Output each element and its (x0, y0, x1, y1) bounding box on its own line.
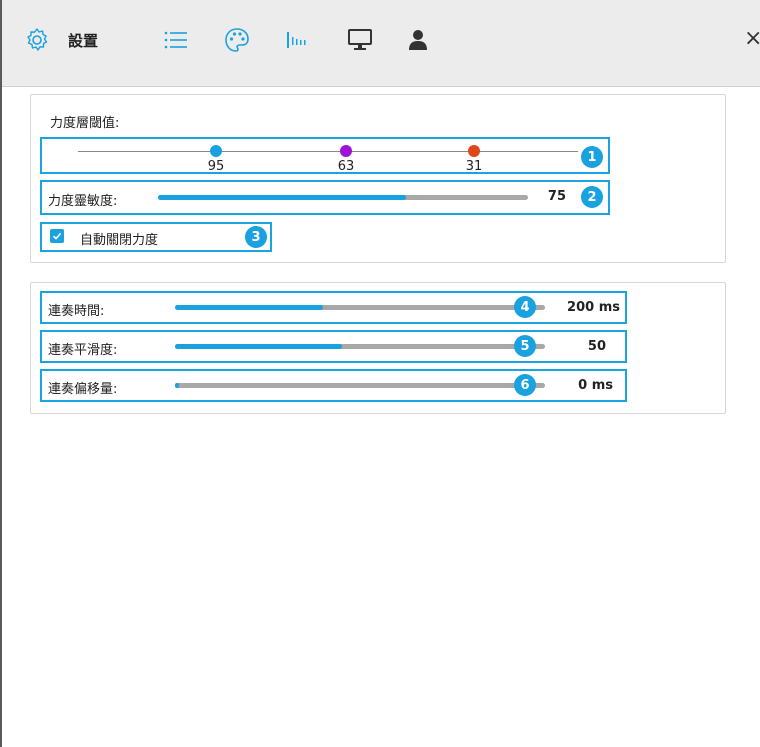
strum-smooth-slider[interactable] (175, 344, 545, 349)
sensitivity-fill (158, 195, 406, 200)
auto-close-checkbox[interactable] (50, 229, 64, 243)
threshold-value-95: 95 (207, 159, 225, 174)
strum-smooth-value: 50 (587, 339, 606, 354)
badge-4: 4 (514, 296, 536, 318)
monitor-icon[interactable] (345, 22, 375, 58)
gear-icon[interactable] (22, 22, 52, 58)
threshold-handle-63[interactable] (340, 145, 352, 157)
user-icon[interactable] (405, 22, 431, 58)
sensitivity-slider[interactable] (158, 195, 528, 200)
threshold-value-63: 63 (337, 159, 355, 174)
badge-1: 1 (581, 146, 603, 168)
threshold-track[interactable] (78, 151, 578, 152)
strum-offset-value: 0 ms (578, 378, 613, 393)
threshold-label: 力度層閾值: (50, 116, 120, 131)
window-left-border (0, 0, 2, 747)
badge-3: 3 (245, 226, 267, 248)
list-icon[interactable] (162, 22, 190, 58)
threshold-handle-31[interactable] (468, 145, 480, 157)
check-icon (52, 232, 62, 240)
strum-offset-label: 連奏偏移量: (48, 382, 118, 397)
strum-time-slider[interactable] (175, 305, 545, 310)
strum-time-value: 200 ms (567, 300, 620, 315)
strum-time-fill (175, 305, 323, 310)
toolbar: 設置 × (2, 0, 760, 87)
strum-smooth-label: 連奏平滑度: (48, 343, 118, 358)
strum-time-label: 連奏時間: (48, 304, 105, 319)
strum-offset-fill (175, 383, 179, 388)
badge-5: 5 (514, 335, 536, 357)
badge-6: 6 (514, 374, 536, 396)
close-button[interactable]: × (744, 28, 760, 50)
sensitivity-label: 力度靈敏度: (48, 194, 118, 209)
auto-close-label[interactable]: 自動關閉力度 (80, 229, 158, 248)
threshold-handle-95[interactable] (210, 145, 222, 157)
palette-icon[interactable] (222, 22, 252, 58)
settings-title: 設置 (68, 31, 99, 50)
sensitivity-value: 75 (547, 189, 566, 204)
bars-icon[interactable] (284, 22, 312, 58)
threshold-highlight (40, 137, 610, 174)
badge-2: 2 (581, 186, 603, 208)
strum-smooth-fill (175, 344, 342, 349)
threshold-value-31: 31 (465, 159, 483, 174)
strum-offset-slider[interactable] (175, 383, 545, 388)
